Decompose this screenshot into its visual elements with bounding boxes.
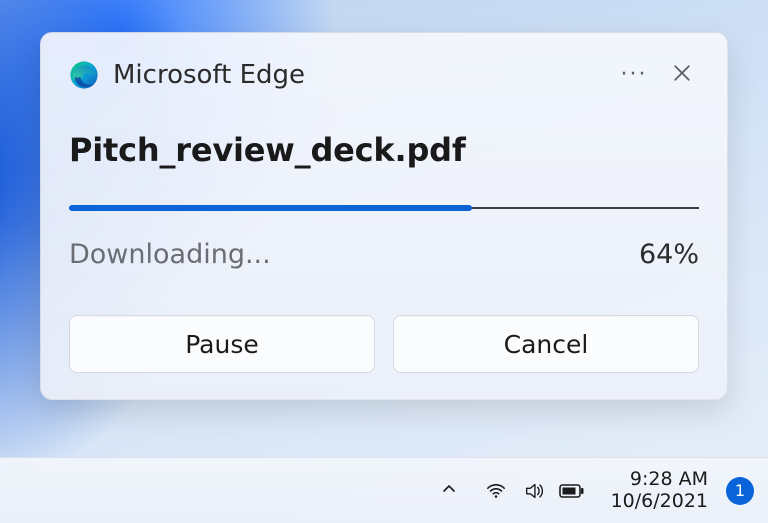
chevron-up-icon	[441, 481, 457, 501]
cancel-button-label: Cancel	[504, 330, 589, 359]
volume-icon	[519, 475, 549, 507]
wifi-icon	[481, 475, 511, 507]
clock-time: 9:28 AM	[630, 469, 708, 491]
notification-center-badge[interactable]: 1	[726, 477, 754, 505]
tray-overflow-button[interactable]	[433, 475, 465, 507]
progress-fill	[69, 205, 472, 211]
button-row: Pause Cancel	[69, 315, 699, 373]
cancel-button[interactable]: Cancel	[393, 315, 699, 373]
pause-button[interactable]: Pause	[69, 315, 375, 373]
system-tray[interactable]	[475, 471, 593, 511]
progress-percent: 64%	[639, 239, 699, 270]
taskbar: 9:28 AM 10/6/2021 1	[0, 457, 768, 523]
battery-icon	[557, 475, 587, 507]
pause-button-label: Pause	[185, 330, 259, 359]
close-icon	[673, 64, 691, 86]
more-button[interactable]: ···	[617, 58, 651, 92]
app-title: Microsoft Edge	[113, 60, 305, 90]
close-button[interactable]	[665, 58, 699, 92]
status-text: Downloading...	[69, 239, 271, 270]
badge-count: 1	[735, 481, 745, 500]
download-notification: Microsoft Edge ··· Pitch_review_deck.pdf…	[40, 32, 728, 400]
ellipsis-icon: ···	[621, 64, 648, 86]
progress-bar	[69, 207, 699, 209]
status-row: Downloading... 64%	[69, 239, 699, 270]
clock-date: 10/6/2021	[611, 491, 708, 513]
edge-icon	[69, 60, 99, 90]
notification-header: Microsoft Edge ···	[69, 57, 699, 93]
taskbar-clock[interactable]: 9:28 AM 10/6/2021	[611, 469, 708, 513]
file-name: Pitch_review_deck.pdf	[69, 131, 699, 169]
